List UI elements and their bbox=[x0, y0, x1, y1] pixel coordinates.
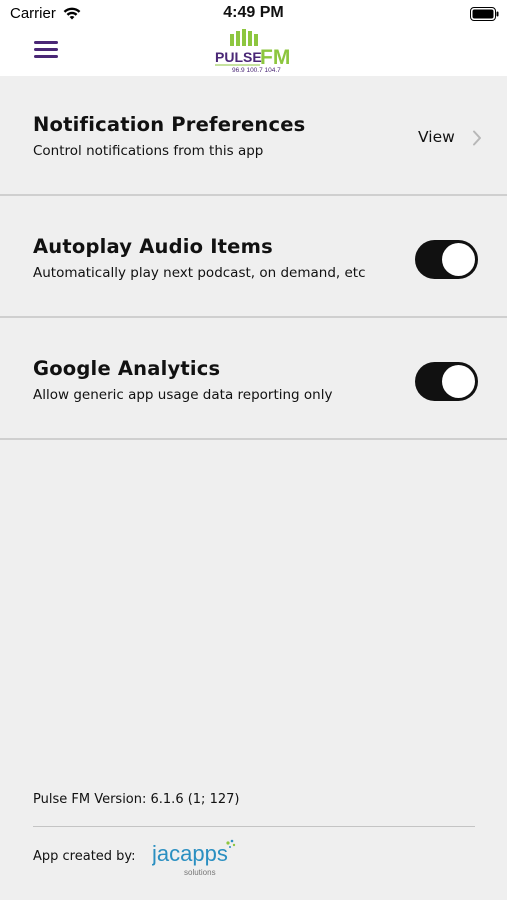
jacapps-logo[interactable]: jacapps solutions bbox=[152, 837, 242, 879]
nav-bar: PULSE FM 96.9 100.7 104.7 bbox=[0, 28, 507, 76]
row-title: Notification Preferences bbox=[33, 113, 306, 136]
row-title: Google Analytics bbox=[33, 357, 221, 380]
battery-icon bbox=[470, 7, 499, 21]
hamburger-icon bbox=[34, 41, 62, 58]
notification-preferences-row[interactable]: Notification Preferences Control notific… bbox=[0, 76, 507, 196]
footer-divider bbox=[33, 826, 475, 827]
view-link[interactable]: View bbox=[418, 128, 455, 146]
row-subtitle: Automatically play next podcast, on dema… bbox=[33, 265, 366, 281]
row-title: Autoplay Audio Items bbox=[33, 235, 273, 258]
analytics-toggle[interactable] bbox=[415, 362, 478, 401]
pulse-fm-logo: PULSE FM 96.9 100.7 104.7 bbox=[215, 29, 290, 74]
logo-word-pulse: PULSE bbox=[215, 49, 262, 65]
chevron-right-icon bbox=[473, 130, 481, 146]
logo-word-fm: FM bbox=[260, 46, 290, 69]
status-bar: Carrier 4:49 PM bbox=[0, 0, 507, 28]
clock: 4:49 PM bbox=[223, 4, 284, 21]
jacapps-wordmark: jacapps bbox=[152, 841, 228, 866]
toggle-knob bbox=[442, 365, 475, 398]
logo-frequencies: 96.9 100.7 104.7 bbox=[232, 67, 281, 74]
row-subtitle: Allow generic app usage data reporting o… bbox=[33, 387, 333, 403]
created-by-label: App created by: bbox=[33, 849, 136, 864]
autoplay-toggle[interactable] bbox=[415, 240, 478, 279]
menu-button[interactable] bbox=[34, 38, 62, 64]
row-subtitle: Control notifications from this app bbox=[33, 143, 264, 159]
google-analytics-row: Google Analytics Allow generic app usage… bbox=[0, 320, 507, 440]
toggle-knob bbox=[442, 243, 475, 276]
jacapps-tagline: solutions bbox=[184, 868, 216, 877]
autoplay-audio-row: Autoplay Audio Items Automatically play … bbox=[0, 198, 507, 318]
version-label: Pulse FM Version: 6.1.6 (1; 127) bbox=[33, 792, 240, 807]
